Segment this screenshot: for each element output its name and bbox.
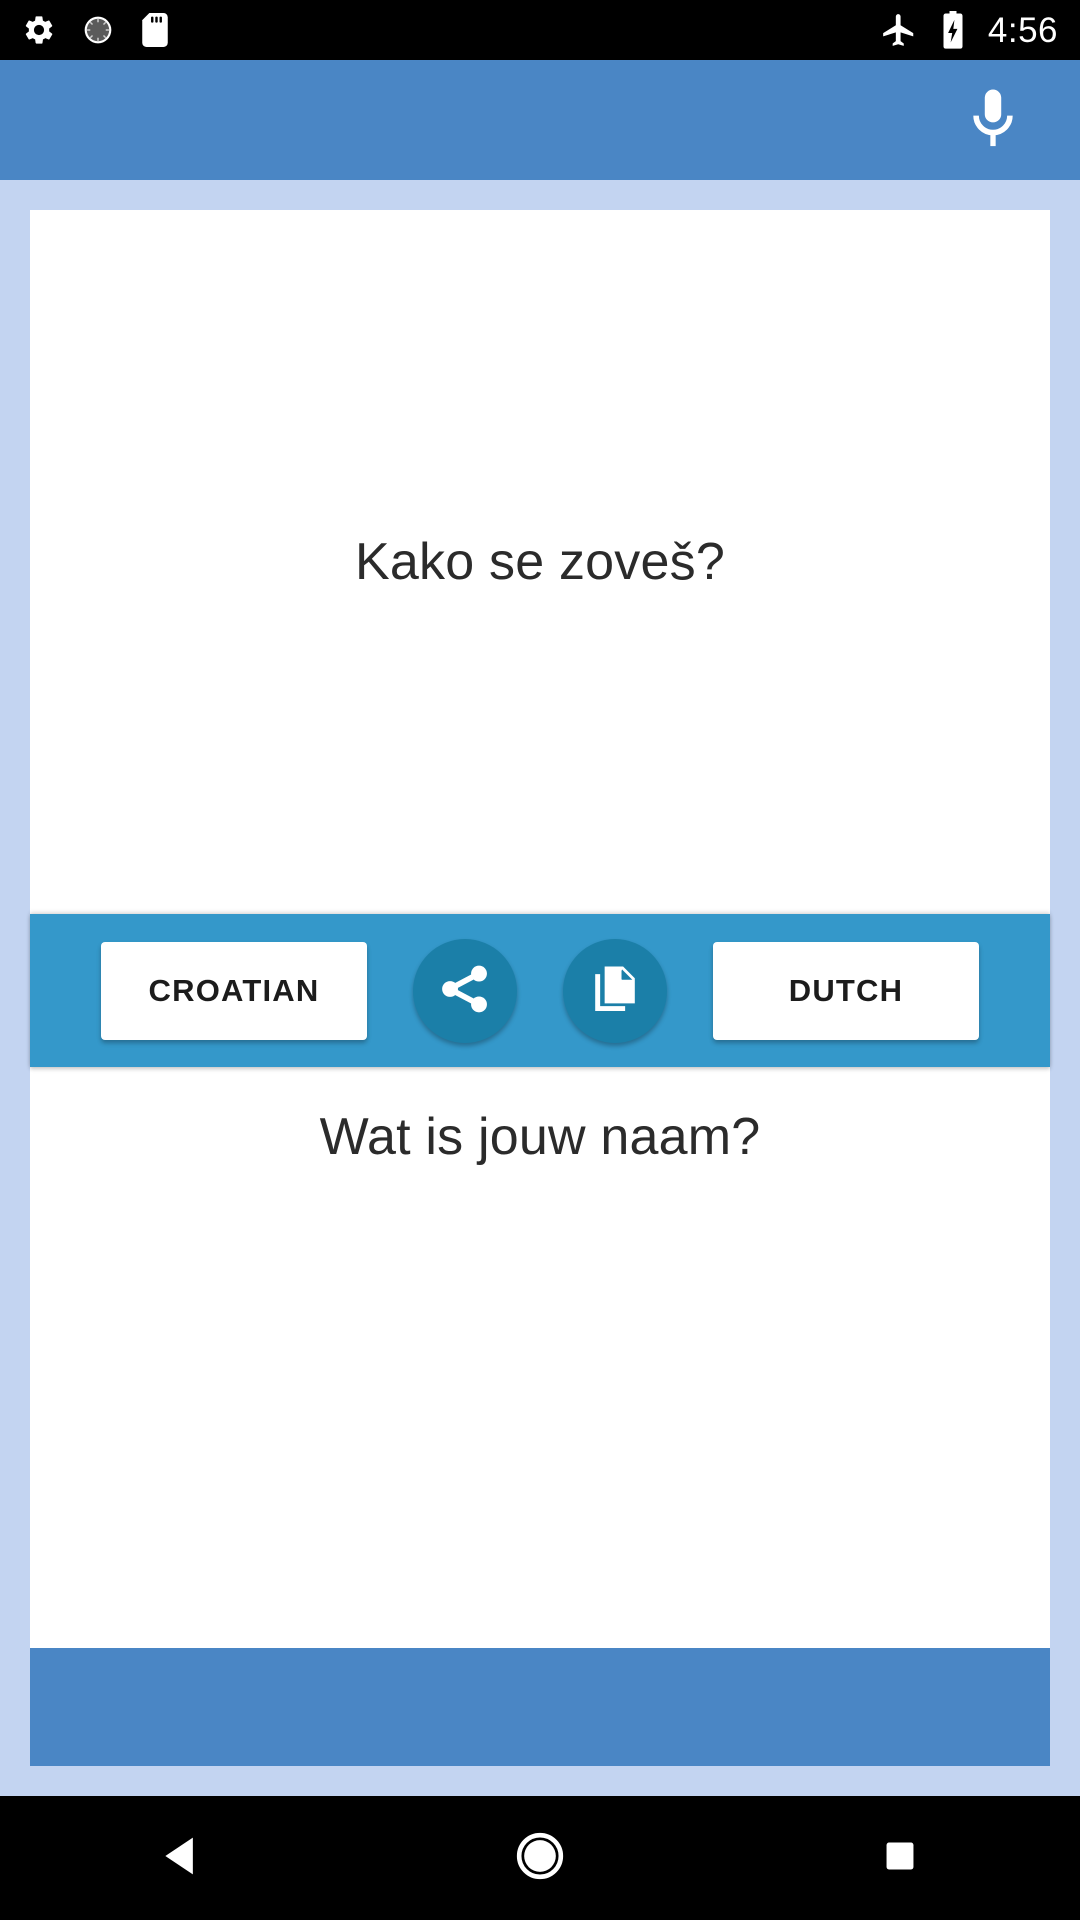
language-control-bar: CROATIAN DUTCH — [30, 914, 1050, 1067]
target-text: Wat is jouw naam? — [319, 1108, 761, 1166]
status-bar-left-icons — [22, 13, 196, 47]
share-icon — [437, 961, 493, 1020]
battery-charging-icon — [940, 11, 966, 49]
sync-spinner-icon — [82, 14, 114, 46]
copy-button[interactable] — [563, 938, 667, 1043]
source-language-button[interactable]: CROATIAN — [101, 941, 367, 1040]
microphone-icon[interactable] — [958, 85, 1028, 155]
share-button[interactable] — [413, 938, 517, 1043]
source-text-panel[interactable]: Kako se zoveš? — [30, 210, 1050, 914]
back-icon — [160, 1834, 200, 1883]
android-navigation-bar — [0, 1796, 1080, 1920]
status-bar-right-icons: 4:56 — [858, 11, 1058, 49]
app-body: Kako se zoveš? CROATIAN DUTCH Wat is jou… — [0, 180, 1080, 1796]
home-icon — [515, 1831, 565, 1886]
back-button[interactable] — [105, 1813, 255, 1903]
app-header — [0, 60, 1080, 180]
status-bar: 4:56 — [0, 0, 1080, 60]
home-button[interactable] — [465, 1813, 615, 1903]
source-text: Kako se zoveš? — [355, 532, 725, 591]
phone-screen: 4:56 Kako se zoveš? CROATIAN DUTCH Wat i… — [0, 0, 1080, 1920]
settings-gear-icon — [22, 13, 56, 47]
recents-icon — [881, 1837, 919, 1880]
target-text-panel[interactable]: Wat is jouw naam? — [30, 1067, 1050, 1648]
sd-card-icon — [140, 13, 170, 47]
copy-icon — [588, 962, 642, 1019]
card-footer-bar — [30, 1648, 1050, 1766]
airplane-mode-icon — [880, 11, 918, 49]
status-bar-clock: 4:56 — [987, 10, 1058, 50]
translation-card: Kako se zoveš? CROATIAN DUTCH Wat is jou… — [30, 210, 1050, 1766]
recents-button[interactable] — [825, 1813, 975, 1903]
target-language-button[interactable]: DUTCH — [713, 941, 979, 1040]
